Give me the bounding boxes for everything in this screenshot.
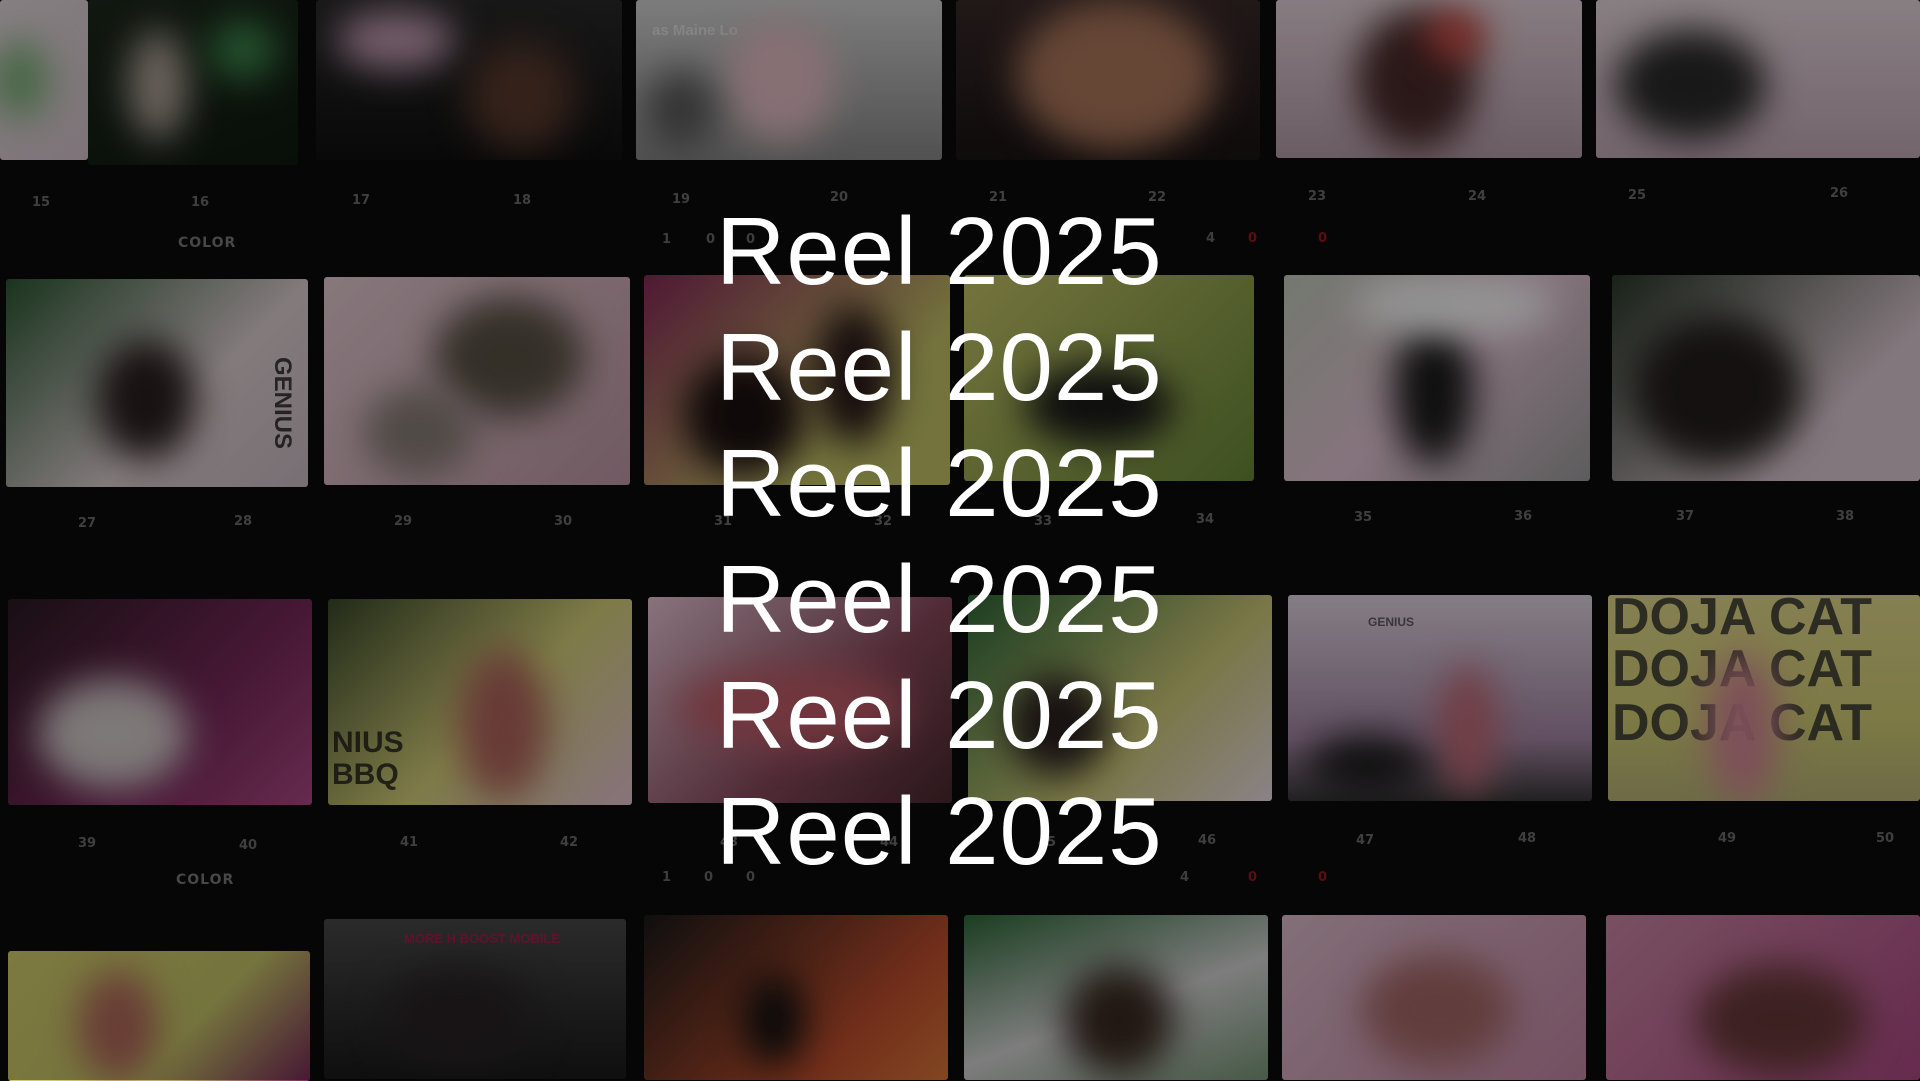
photo-frame (1284, 275, 1590, 481)
film-edge-code: 0 (1248, 870, 1258, 885)
frame-number: 38 (1836, 509, 1855, 524)
film-edge-label: COLOR (178, 235, 237, 251)
frame-number: 39 (78, 836, 97, 851)
photo-frame (8, 951, 310, 1081)
photo-frame (1596, 0, 1920, 158)
reel-title-line: Reel 2025 (716, 778, 1163, 885)
frame-number: 27 (78, 516, 97, 531)
photo-frame (8, 599, 312, 805)
frame-number: 29 (394, 514, 413, 529)
photo-frame: GENIUS (6, 279, 308, 487)
photo-frame (88, 0, 298, 165)
photo-frame (1282, 915, 1586, 1080)
doja-cat-line-1: DOJA CAT (1612, 595, 1872, 646)
frame-number: 16 (191, 195, 210, 210)
frame-number: 28 (234, 514, 253, 529)
maine-sign-text: as Maine Lo (652, 22, 738, 39)
film-edge-code: 1 (662, 232, 672, 247)
photo-frame (0, 0, 88, 160)
frame-number: 49 (1718, 831, 1737, 846)
photo-frame: as Maine Lo (636, 0, 942, 160)
photo-frame: GENIUS (1288, 595, 1592, 801)
frame-number: 26 (1830, 186, 1849, 201)
frame-number: 50 (1876, 831, 1895, 846)
frame-number: 18 (513, 193, 532, 208)
genius-bbq-sign: NIUS BBQ (332, 726, 404, 791)
photo-frame (956, 0, 1260, 160)
frame-number: 47 (1356, 833, 1375, 848)
reel-title-line: Reel 2025 (716, 430, 1163, 537)
boost-mobile-sign: MORE H BOOST MOBILE (404, 931, 560, 946)
reel-title-line: Reel 2025 (716, 198, 1163, 305)
frame-number: 40 (239, 838, 258, 853)
photo-frame: NIUS BBQ (328, 599, 632, 805)
genius-banner-text: GENIUS (1368, 615, 1415, 629)
photo-frame (964, 915, 1268, 1080)
reel-title-line: Reel 2025 (716, 314, 1163, 421)
film-edge-label: COLOR (176, 872, 235, 888)
film-edge-code: 0 (704, 870, 714, 885)
frame-number: 23 (1308, 189, 1327, 204)
film-edge-code: 0 (706, 232, 716, 247)
frame-number: 15 (32, 195, 51, 210)
photo-frame: MORE H BOOST MOBILE (324, 919, 626, 1079)
frame-number: 30 (554, 514, 573, 529)
genius-bbq-text: GENIUS (269, 356, 297, 450)
frame-number: 41 (400, 835, 419, 850)
film-strip-row-0: as Maine Lo (0, 0, 1920, 165)
photo-frame (316, 0, 622, 160)
film-edge-code: 0 (1248, 231, 1258, 246)
reel-title-line: Reel 2025 (716, 662, 1163, 769)
film-edge-code: 0 (1318, 870, 1328, 885)
frame-number: 35 (1354, 510, 1373, 525)
reel-title-line: Reel 2025 (716, 546, 1163, 653)
reel-title-stack: Reel 2025 Reel 2025 Reel 2025 Reel 2025 … (716, 194, 1236, 890)
frame-number: 36 (1514, 509, 1533, 524)
frame-number: 19 (672, 192, 691, 207)
photo-frame (1606, 915, 1920, 1080)
photo-frame (1612, 275, 1920, 481)
photo-frame (324, 277, 630, 485)
photo-frame (644, 915, 948, 1080)
film-edge-code: 0 (1318, 231, 1328, 246)
film-edge-code: 1 (662, 870, 672, 885)
frame-number: 48 (1518, 831, 1537, 846)
frame-number: 17 (352, 193, 371, 208)
frame-number: 25 (1628, 188, 1647, 203)
film-strip-row-3: MORE H BOOST MOBILE (0, 915, 1920, 1081)
photo-frame: DOJA CAT DOJA CAT DOJA CAT (1608, 595, 1920, 801)
photo-frame (1276, 0, 1582, 158)
frame-number: 37 (1676, 509, 1695, 524)
frame-number: 24 (1468, 189, 1487, 204)
frame-number: 42 (560, 835, 579, 850)
